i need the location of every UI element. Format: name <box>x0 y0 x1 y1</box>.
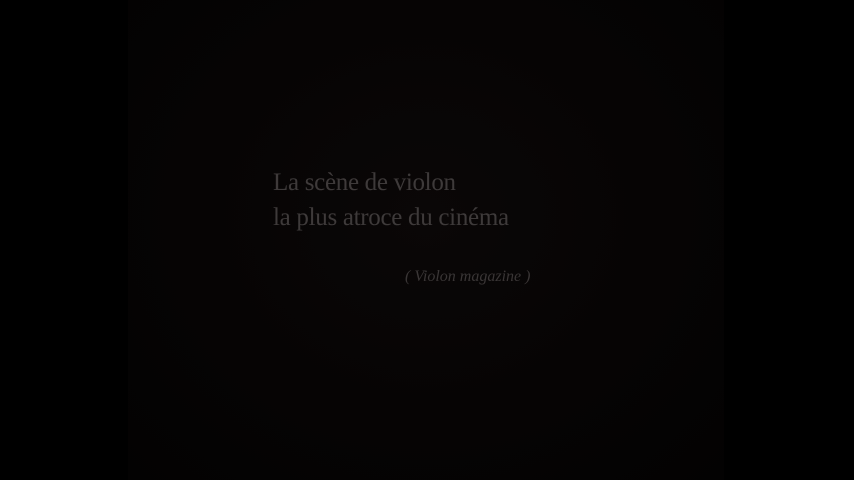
letterbox-right <box>724 0 854 480</box>
video-frame: La scène de violon la plus atroce du cin… <box>0 0 854 480</box>
dark-scene <box>128 0 724 480</box>
quote-line-1: La scène de violon <box>273 169 456 196</box>
quote-line-2: la plus atroce du cinéma <box>273 204 509 231</box>
letterbox-left <box>0 0 128 480</box>
quote-source: ( Violon magazine ) <box>405 268 531 285</box>
